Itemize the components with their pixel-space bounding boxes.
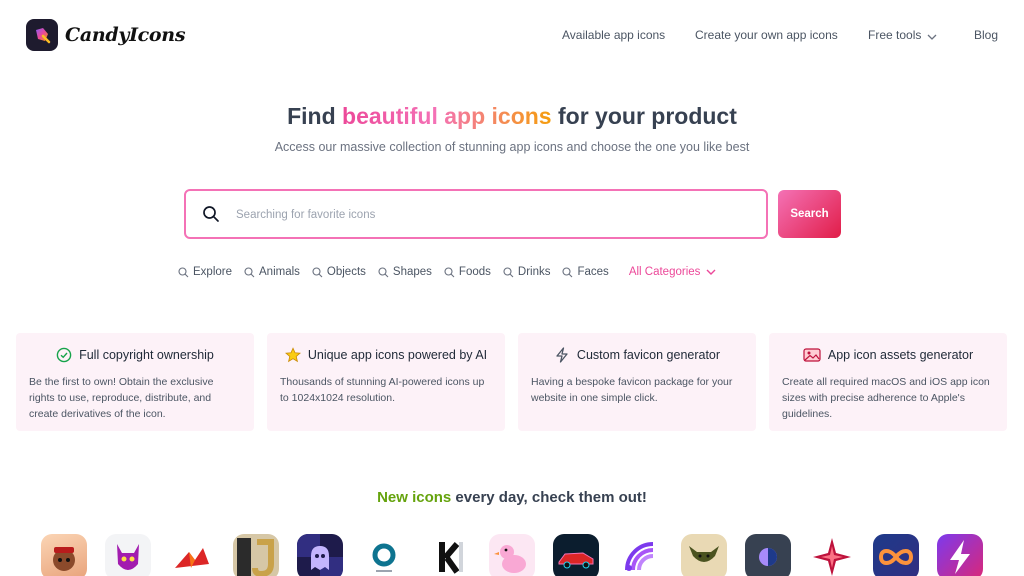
search-icon [444, 266, 455, 277]
search-input[interactable] [236, 203, 746, 227]
category-bar: Explore Animals Objects Shapes Foods Dri… [178, 266, 728, 278]
icon-gallery [41, 534, 1001, 576]
duck-icon[interactable] [489, 534, 535, 576]
nav-available-icons[interactable]: Available app icons [562, 28, 665, 42]
monkey-icon[interactable] [41, 534, 87, 576]
star-flower-icon[interactable] [809, 534, 855, 576]
search-icon [503, 266, 514, 277]
feature-desc: Thousands of stunning AI-powered icons u… [280, 376, 485, 404]
new-icons-rest: every day, check them out! [451, 489, 647, 506]
feature-card-assets: App icon assets generator Create all req… [769, 333, 1007, 431]
wifi-rainbow-icon[interactable] [617, 534, 663, 576]
category-objects[interactable]: Objects [312, 266, 366, 278]
o-ring-icon[interactable] [361, 534, 407, 576]
infinity-icon[interactable] [873, 534, 919, 576]
category-foods[interactable]: Foods [444, 266, 491, 278]
category-label: Foods [458, 266, 491, 278]
nav-blog[interactable]: Blog [974, 28, 998, 42]
feature-desc: Be the first to own! Obtain the exclusiv… [29, 376, 214, 420]
hero-subtitle: Access our massive collection of stunnin… [274, 140, 750, 154]
feature-title: Full copyright ownership [79, 348, 214, 362]
check-circle-icon [56, 347, 72, 363]
category-explore[interactable]: Explore [178, 266, 232, 278]
nav-free-tools-label: Free tools [868, 28, 922, 42]
new-icons-heading: New icons every day, check them out! [0, 489, 1024, 506]
category-shapes[interactable]: Shapes [378, 266, 432, 278]
search-icon [178, 266, 189, 277]
feature-title: Custom favicon generator [576, 348, 721, 362]
category-label: Shapes [392, 266, 432, 278]
brand-name: CandyIcons [65, 24, 186, 46]
candy-logo-icon [26, 19, 58, 51]
star-icon [284, 347, 301, 363]
category-faces[interactable]: Faces [562, 266, 609, 278]
lightning-icon [556, 347, 568, 363]
bull-icon[interactable] [681, 534, 727, 576]
title-after: for your product [551, 103, 737, 129]
nav-create-icons[interactable]: Create your own app icons [695, 28, 838, 42]
image-icon [803, 348, 821, 362]
devil-icon[interactable] [105, 534, 151, 576]
origami-bird-icon[interactable] [169, 534, 215, 576]
eclipse-icon[interactable] [745, 534, 791, 576]
chevron-down-icon [927, 29, 937, 43]
all-categories-dropdown[interactable]: All Categories [629, 266, 717, 278]
search-icon [562, 266, 573, 277]
all-categories-label: All Categories [628, 266, 701, 278]
feature-card-favicon: Custom favicon generator Having a bespok… [518, 333, 756, 431]
chevron-down-icon [706, 269, 716, 275]
feature-desc: Having a bespoke favicon package for you… [531, 376, 733, 404]
lightning-app-icon[interactable] [937, 534, 983, 576]
search-icon [312, 266, 323, 277]
category-label: Faces [577, 266, 609, 278]
nav-free-tools[interactable]: Free tools [868, 28, 937, 43]
feature-desc: Create all required macOS and iOS app ic… [782, 376, 990, 420]
header: CandyIcons Available app icons Create yo… [0, 0, 1024, 70]
sports-car-icon[interactable] [553, 534, 599, 576]
feature-card-copyright: Full copyright ownership Be the first to… [16, 333, 254, 431]
logo[interactable]: CandyIcons [26, 19, 186, 51]
page-title: Find beautiful app icons for your produc… [0, 103, 1024, 130]
search-icon [202, 205, 220, 228]
search-box [184, 189, 768, 239]
letter-j-icon[interactable] [233, 534, 279, 576]
feature-card-ai: Unique app icons powered by AI Thousands… [267, 333, 505, 431]
letter-k-icon[interactable] [425, 534, 471, 576]
ghost-icon[interactable] [297, 534, 343, 576]
category-drinks[interactable]: Drinks [503, 266, 551, 278]
category-label: Animals [259, 266, 300, 278]
search-icon [378, 266, 389, 277]
title-before: Find [287, 103, 343, 129]
search-button[interactable]: Search [778, 190, 841, 238]
category-animals[interactable]: Animals [244, 266, 300, 278]
new-icons-highlight: New icons [377, 489, 452, 506]
category-label: Drinks [517, 266, 551, 278]
feature-title: Unique app icons powered by AI [307, 348, 488, 362]
category-label: Explore [193, 266, 232, 278]
feature-title: App icon assets generator [827, 348, 974, 362]
category-label: Objects [326, 266, 366, 278]
search-icon [244, 266, 255, 277]
title-highlight: beautiful app icons [342, 103, 552, 129]
